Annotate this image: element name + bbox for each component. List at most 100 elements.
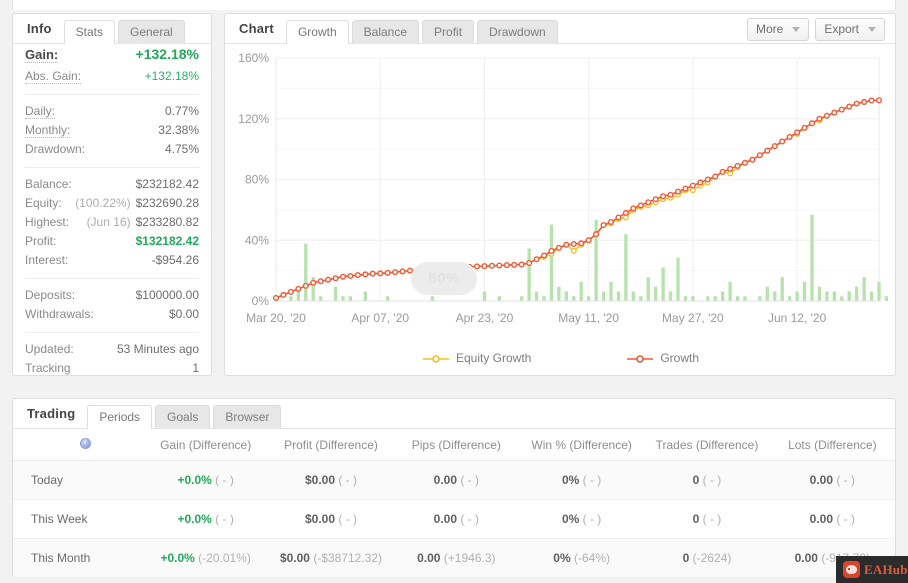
- tab-periods[interactable]: Periods: [87, 405, 153, 429]
- series-point: [570, 247, 577, 254]
- tab-drawdown[interactable]: Drawdown: [477, 20, 558, 44]
- series-point: [675, 188, 682, 195]
- cell-diff-value: ( - ): [579, 512, 602, 526]
- series-point: [801, 124, 808, 131]
- table-header-row: Gain (Difference)Profit (Difference)Pips…: [13, 429, 895, 461]
- series-point: [615, 214, 622, 221]
- tab-growth[interactable]: Growth: [285, 20, 349, 44]
- y-tick-label: 160%: [238, 51, 269, 65]
- table-cell: 0 (-2624): [644, 538, 770, 578]
- table-cell: 0.00 ( - ): [769, 499, 895, 539]
- volume-bar: [341, 296, 345, 301]
- trading-panel: Trading PeriodsGoalsBrowser Gain (Differ…: [12, 398, 896, 578]
- export-button[interactable]: Export: [815, 18, 885, 41]
- table-row[interactable]: Today +0.0% ( - ) $0.00 ( - ) 0.00 ( - ) 0% …: [13, 460, 895, 500]
- table-header-cell: Win % (Difference): [518, 429, 645, 461]
- tab-general[interactable]: General: [117, 20, 185, 44]
- x-tick-label: May 27, '20: [662, 311, 724, 325]
- volume-bar: [333, 286, 338, 301]
- volume-bar: [691, 296, 695, 301]
- legend-item-equity-growth[interactable]: Equity Growth: [422, 351, 532, 365]
- series-point: [369, 270, 376, 277]
- table-cell: +0.0% ( - ): [143, 460, 269, 500]
- y-tick-label: 40%: [245, 233, 269, 247]
- cell-diff-value: (-64%): [570, 551, 610, 565]
- info-row-value: +132.18%: [135, 46, 199, 62]
- table-row[interactable]: This Month +0.0% (-20.01%) $0.00 (-$38712.…: [13, 538, 895, 578]
- volume-bar: [616, 291, 621, 301]
- info-group: Balance: $232182.42 Equity: (100.22%) $23269…: [25, 175, 199, 272]
- series-point: [518, 261, 525, 268]
- series-point: [287, 288, 294, 295]
- info-row-value-group: 4.75%: [165, 142, 199, 156]
- series-point: [637, 202, 644, 209]
- tab-profit[interactable]: Profit: [422, 20, 475, 44]
- series-point: [526, 260, 533, 267]
- table-header-cell: Trades (Difference): [644, 429, 770, 461]
- volume-bar: [773, 291, 777, 301]
- periods-table: Gain (Difference)Profit (Difference)Pips…: [13, 429, 895, 578]
- series-point: [339, 273, 346, 280]
- series-point: [809, 120, 816, 127]
- series-point: [555, 244, 562, 251]
- series-point: [742, 159, 749, 166]
- table-cell: 0% ( - ): [518, 499, 645, 539]
- volume-bar: [728, 281, 732, 301]
- volume-bar: [609, 281, 613, 301]
- trading-panel-title: Trading: [27, 406, 76, 421]
- cell-main-value: 0.00: [794, 551, 818, 565]
- info-row-value: -$954.26: [151, 253, 199, 267]
- info-row: Daily: 0.77%: [25, 104, 199, 123]
- x-tick-label: Jun 12, '20: [768, 311, 827, 325]
- tab-goals[interactable]: Goals: [155, 405, 211, 429]
- info-row-label[interactable]: Abs. Gain:: [25, 69, 82, 84]
- table-row[interactable]: This Week +0.0% ( - ) $0.00 ( - ) 0.00 ( - …: [13, 499, 895, 539]
- volume-bar: [534, 291, 539, 301]
- volume-bar: [386, 296, 390, 301]
- volume-bar: [497, 296, 501, 301]
- info-row-label: Updated:: [25, 342, 74, 356]
- info-row: Monthly: 32.38%: [25, 123, 199, 142]
- legend-label: Equity Growth: [455, 351, 532, 365]
- volume-bar: [676, 258, 680, 301]
- tab-browser[interactable]: Browser: [213, 405, 282, 429]
- cell-main-value: 0%: [553, 551, 571, 565]
- series-point: [756, 152, 763, 159]
- tab-stats[interactable]: Stats: [63, 20, 115, 44]
- tab-balance[interactable]: Balance: [351, 20, 420, 44]
- series-point: [273, 294, 280, 301]
- table-cell: +0.0% ( - ): [143, 499, 269, 539]
- cell-main-value: 0.00: [433, 473, 457, 487]
- cell-main-value: 0.00: [433, 512, 457, 526]
- table-cell: 0.00 (+1946.3): [393, 538, 519, 578]
- volume-bar: [758, 296, 762, 301]
- series-point: [473, 263, 480, 270]
- info-row-label[interactable]: Gain:: [25, 48, 59, 63]
- table-row-period: This Week: [13, 499, 143, 539]
- more-button[interactable]: More: [746, 18, 810, 41]
- volume-bar: [817, 286, 822, 301]
- series-point: [652, 196, 659, 203]
- info-circle-icon[interactable]: [79, 437, 91, 449]
- x-tick-label: Apr 23, '20: [456, 311, 514, 325]
- volume-bar: [743, 296, 747, 301]
- volume-bar: [557, 286, 561, 301]
- volume-bar: [840, 296, 844, 301]
- info-row-label[interactable]: Monthly:: [25, 123, 71, 138]
- series-point: [608, 219, 615, 226]
- legend-item-growth[interactable]: Growth: [627, 351, 699, 365]
- series-point: [325, 276, 332, 283]
- info-row-label[interactable]: Daily:: [25, 104, 56, 119]
- info-row-label: Highest:: [25, 215, 70, 229]
- table-cell: 0 ( - ): [644, 499, 770, 539]
- info-row-value: $0.00: [168, 307, 199, 321]
- info-row-value: 32.38%: [158, 123, 199, 137]
- series-point: [734, 162, 741, 169]
- info-row: Withdrawals: $0.00: [25, 307, 199, 326]
- cell-diff-value: ( - ): [699, 512, 722, 526]
- table-header-cell: Lots (Difference): [769, 429, 895, 461]
- series-point: [347, 272, 354, 279]
- info-tabbar: Info Stats General: [13, 13, 211, 44]
- info-panel: Info Stats General Gain: +132.18% Abs. Gain…: [12, 13, 212, 376]
- info-row-value: $233280.82: [135, 215, 199, 229]
